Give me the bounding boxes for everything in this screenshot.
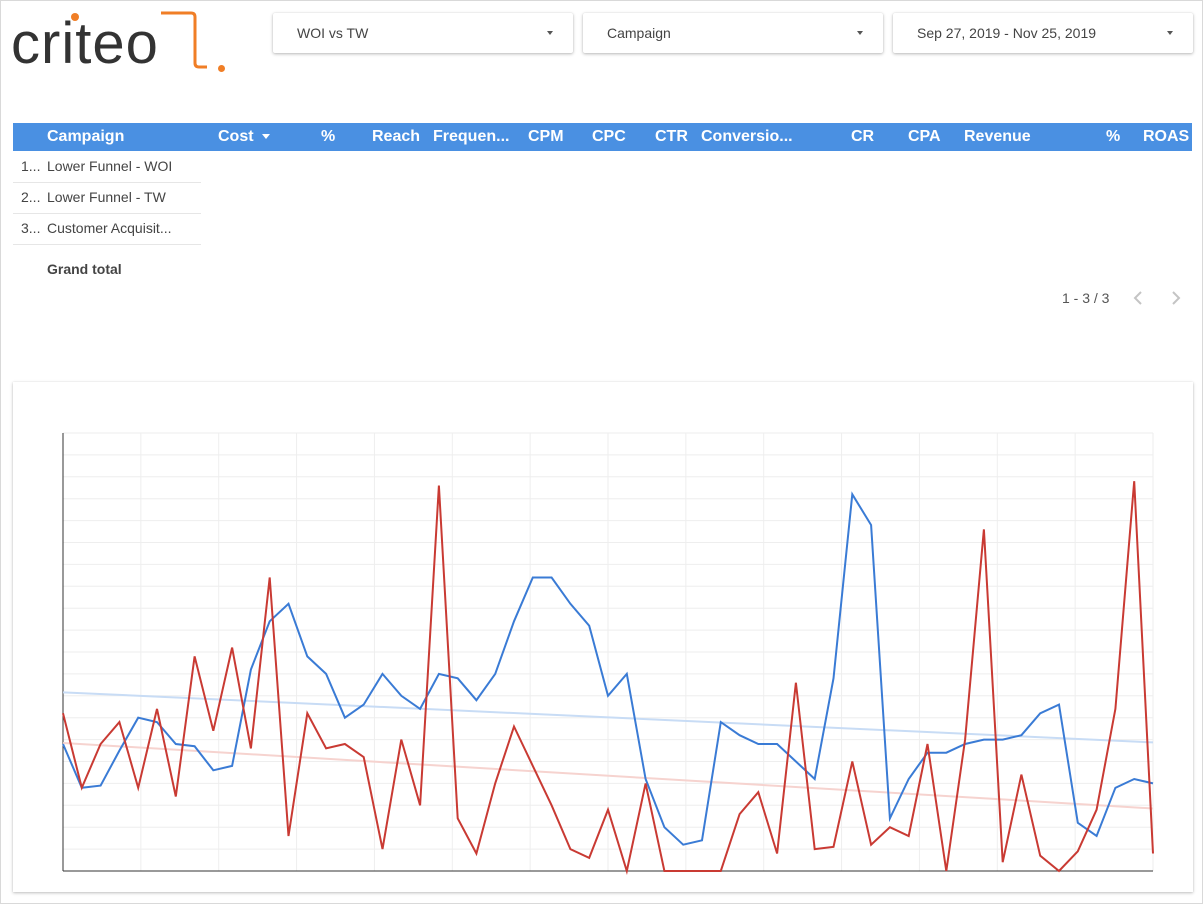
col-header-roas[interactable]: ROAS (1143, 123, 1189, 151)
date-range-dropdown[interactable]: Sep 27, 2019 - Nov 25, 2019 (893, 13, 1193, 53)
col-header-conversions[interactable]: Conversio... (701, 123, 793, 151)
table-header: Campaign Cost % Reach Frequen... CPM CPC… (13, 123, 1192, 151)
time-series-chart-card (13, 382, 1193, 892)
criteo-logo: criteo (11, 9, 231, 75)
date-range-label: Sep 27, 2019 - Nov 25, 2019 (917, 25, 1097, 41)
table-row[interactable]: 1... Lower Funnel - WOI (13, 151, 201, 183)
chevron-right-icon[interactable] (1166, 288, 1186, 308)
logo-accent-icon (161, 11, 207, 69)
col-header-cpa[interactable]: CPA (908, 123, 941, 151)
campaign-filter-label: Campaign (607, 25, 671, 41)
chevron-left-icon[interactable] (1128, 288, 1148, 308)
table-row[interactable]: 2... Lower Funnel - TW (13, 182, 201, 214)
chevron-down-icon (1167, 31, 1173, 35)
sort-desc-icon (261, 134, 270, 140)
chevron-down-icon (857, 31, 863, 35)
dashboard-page: criteo WOI vs TW Campaign Sep 27, 2019 -… (0, 0, 1203, 904)
row-campaign-name: Lower Funnel - WOI (47, 158, 173, 174)
col-header-cpc[interactable]: CPC (592, 123, 626, 151)
line-chart (62, 432, 1154, 875)
col-header-cr[interactable]: CR (851, 123, 874, 151)
row-index: 1... (21, 158, 41, 174)
campaign-filter-dropdown[interactable]: Campaign (583, 13, 883, 53)
col-header-revenue-percent[interactable]: % (1106, 123, 1120, 151)
comparison-filter-label: WOI vs TW (297, 25, 369, 41)
grand-total-label: Grand total (47, 261, 122, 277)
col-header-reach[interactable]: Reach (372, 123, 420, 151)
row-campaign-name: Lower Funnel - TW (47, 189, 166, 205)
col-header-ctr[interactable]: CTR (655, 123, 688, 151)
row-index: 3... (21, 220, 41, 236)
col-header-cost-percent[interactable]: % (321, 123, 335, 151)
logo-period-dot (218, 65, 225, 72)
table-row[interactable]: 3... Customer Acquisit... (13, 213, 201, 245)
col-header-campaign[interactable]: Campaign (47, 123, 124, 151)
col-header-cpm[interactable]: CPM (528, 123, 564, 151)
col-header-cost-label: Cost (218, 128, 254, 145)
chevron-down-icon (547, 31, 553, 35)
comparison-filter-dropdown[interactable]: WOI vs TW (273, 13, 573, 53)
pagination-range: 1 - 3 / 3 (1062, 290, 1110, 306)
col-header-cost[interactable]: Cost (218, 123, 270, 151)
row-campaign-name: Customer Acquisit... (47, 220, 172, 236)
row-index: 2... (21, 189, 41, 205)
col-header-revenue[interactable]: Revenue (964, 123, 1031, 151)
col-header-frequency[interactable]: Frequen... (433, 123, 509, 151)
